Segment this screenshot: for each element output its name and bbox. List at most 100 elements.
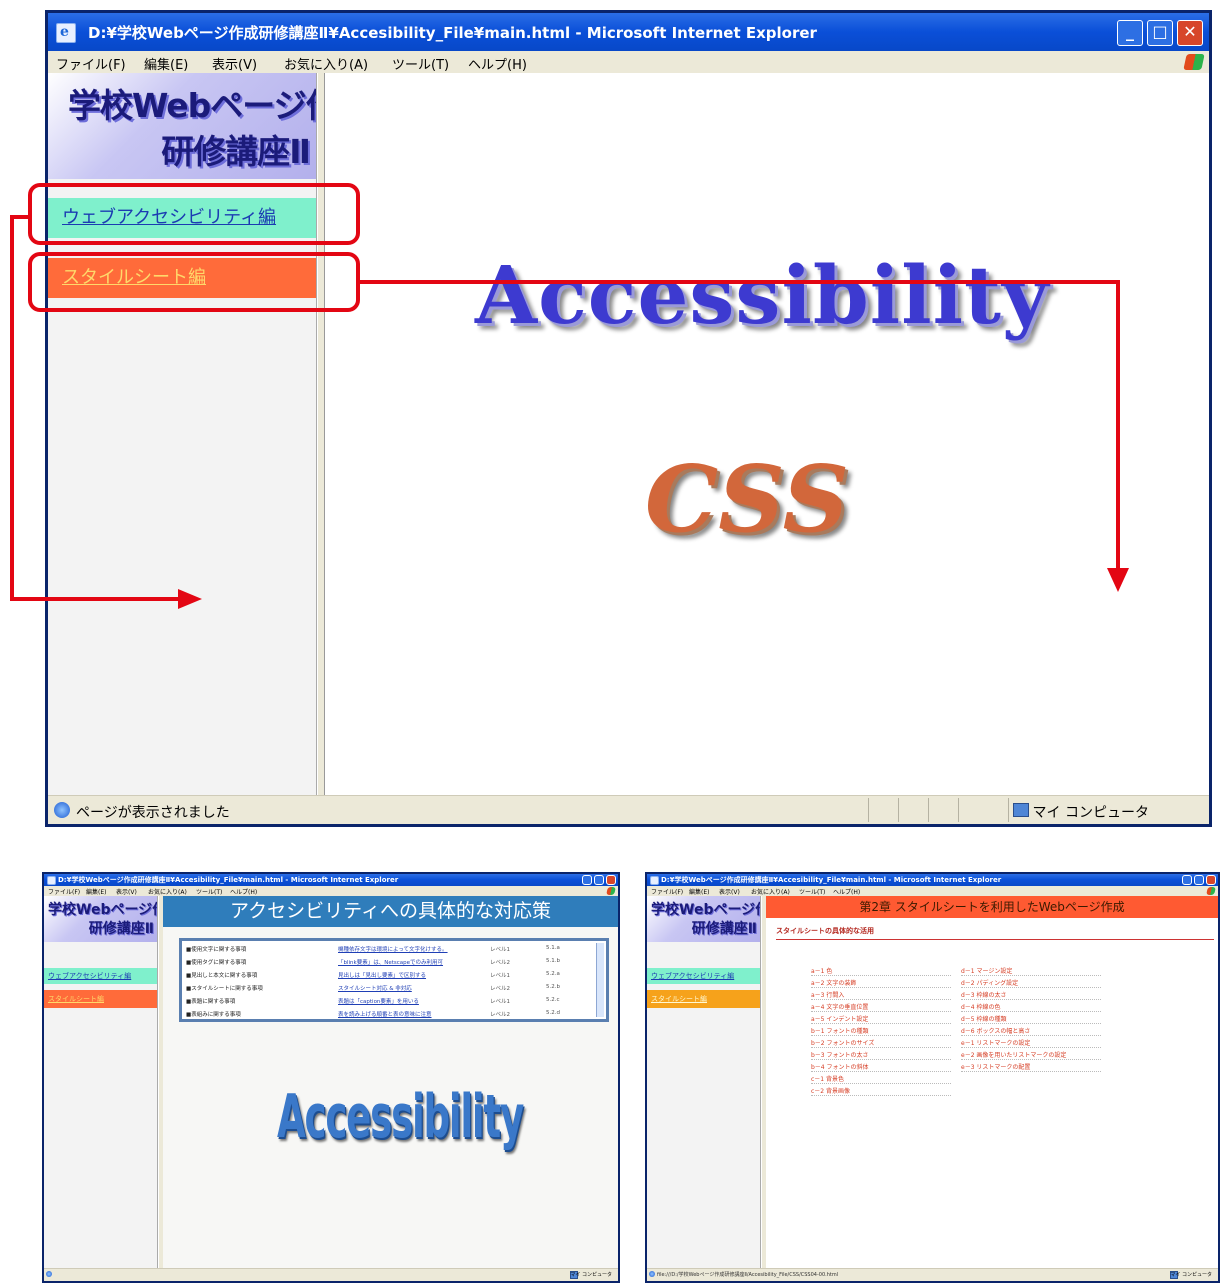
minimize-button[interactable] [582, 875, 592, 885]
nav-link-stylesheet[interactable]: スタイルシート編 [44, 990, 157, 1008]
nav-link-stylesheet[interactable]: スタイルシート編 [647, 990, 760, 1008]
frameset: 学校Webページ作成 研修講座Ⅱ ウェブアクセシビリティ編 スタイルシート編 第… [647, 896, 1218, 1269]
list-item[interactable]: d－5 枠線の種類 [961, 1014, 1101, 1024]
maximize-button[interactable] [594, 875, 604, 885]
highlight-stylesheet-link [28, 252, 360, 312]
connector-line [10, 597, 182, 601]
menu-help[interactable]: ヘルプ(H) [468, 54, 527, 73]
section-cell: 5.1.a [546, 945, 560, 951]
logo-line-1: 学校Webページ作成 [651, 902, 760, 918]
status-bar: マイ コンピュータ [44, 1268, 618, 1281]
status-divider [928, 798, 929, 822]
list-item[interactable]: d－2 パディング設定 [961, 978, 1101, 988]
close-button[interactable]: ✕ [1177, 20, 1203, 46]
maximize-button[interactable] [1194, 875, 1204, 885]
title-bar[interactable]: D:¥学校Webページ作成研修講座Ⅱ¥Accesibility_File¥mai… [44, 874, 618, 886]
window-title: D:¥学校Webページ作成研修講座Ⅱ¥Accesibility_File¥mai… [58, 876, 399, 884]
security-zone: マイ コンピュータ [1032, 805, 1149, 821]
page-heading: アクセシビリティへの具体的な対応策 [163, 896, 618, 927]
ie-icon: e [56, 23, 76, 43]
list-item[interactable]: b－2 フォントのサイズ [811, 1038, 951, 1048]
level-cell: レベル2 [490, 1012, 510, 1018]
accessibility-title-graphic: Accessibility [475, 248, 1050, 342]
menu-view[interactable]: 表示(V) [116, 887, 137, 896]
windows-logo-icon [1183, 54, 1205, 70]
list-item[interactable]: b－1 フォントの種類 [811, 1026, 951, 1036]
section-subheading: スタイルシートの具体的な活用 [776, 927, 874, 935]
menu-bar: ファイル(F) 編集(E) 表示(V) お気に入り(A) ツール(T) ヘルプ(… [48, 51, 1209, 74]
list-item[interactable]: b－4 フォントの斜体 [811, 1062, 951, 1072]
page-heading: 第2章 スタイルシートを利用したWebページ作成 [766, 896, 1218, 918]
close-button[interactable] [1206, 875, 1216, 885]
section-cell: 5.2.c [546, 997, 560, 1003]
guideline-link[interactable]: スタイルシート対応 & 非対応 [338, 984, 412, 992]
frame-splitter[interactable] [317, 73, 325, 796]
logo-line-2: 研修講座Ⅱ [88, 921, 154, 937]
accessibility-title-graphic: Accessibility [277, 1082, 524, 1152]
section-cell: 5.2.a [546, 971, 560, 977]
list-item[interactable]: a－2 文字の装飾 [811, 978, 951, 988]
menu-tools[interactable]: ツール(T) [799, 887, 825, 896]
list-item[interactable]: a－3 行間入 [811, 990, 951, 1000]
list-item[interactable]: e－3 リストマークの配置 [961, 1062, 1101, 1072]
connector-line [10, 215, 14, 601]
list-item[interactable]: a－1 色 [811, 966, 951, 976]
menu-file[interactable]: ファイル(F) [651, 887, 683, 896]
menu-favorites[interactable]: お気に入り(A) [751, 887, 790, 896]
menu-tools[interactable]: ツール(T) [392, 54, 449, 73]
list-item[interactable]: b－3 フォントの太さ [811, 1050, 951, 1060]
menu-help[interactable]: ヘルプ(H) [230, 887, 257, 896]
menu-edit[interactable]: 編集(E) [86, 887, 106, 896]
window-title: D:¥学校Webページ作成研修講座Ⅱ¥Accesibility_File¥mai… [661, 876, 1002, 884]
minimize-button[interactable] [1182, 875, 1192, 885]
ie-icon [47, 876, 56, 885]
accessibility-browser-window: D:¥学校Webページ作成研修講座Ⅱ¥Accesibility_File¥mai… [42, 872, 620, 1283]
menu-favorites[interactable]: お気に入り(A) [148, 887, 187, 896]
level-cell: レベル2 [490, 986, 510, 992]
list-scrollbar[interactable] [596, 943, 604, 1017]
list-item[interactable]: d－3 枠線の太さ [961, 990, 1101, 1000]
guideline-link[interactable]: 表題は「caption要素」を用いる [338, 997, 419, 1005]
list-item[interactable]: c－1 背景色 [811, 1074, 951, 1084]
list-item[interactable]: d－1 マージン設定 [961, 966, 1101, 976]
menu-file[interactable]: ファイル(F) [48, 887, 80, 896]
menu-edit[interactable]: 編集(E) [144, 54, 188, 73]
list-item[interactable]: e－2 画像を用いたリストマークの設定 [961, 1050, 1101, 1060]
list-item[interactable]: d－4 枠線の色 [961, 1002, 1101, 1012]
menu-view[interactable]: 表示(V) [212, 54, 257, 73]
navigation-frame: 学校Webページ作成 研修講座Ⅱ ウェブアクセシビリティ編 スタイルシート編 [647, 896, 761, 1269]
level-cell: レベル1 [490, 973, 510, 979]
level-cell: レベル2 [490, 960, 510, 966]
close-button[interactable] [606, 875, 616, 885]
maximize-button[interactable]: □ [1147, 20, 1173, 46]
menu-favorites[interactable]: お気に入り(A) [284, 54, 368, 73]
menu-help[interactable]: ヘルプ(H) [833, 887, 860, 896]
list-item[interactable]: a－5 インデント設定 [811, 1014, 951, 1024]
status-bar: ページが表示されました マイ コンピュータ [48, 795, 1209, 824]
nav-link-accessibility[interactable]: ウェブアクセシビリティ編 [647, 968, 760, 984]
menu-tools[interactable]: ツール(T) [196, 887, 222, 896]
list-item[interactable]: c－2 背景画像 [811, 1086, 951, 1096]
guideline-link[interactable]: 「blink要素」は、Netscapeでのみ利用可 [338, 958, 443, 966]
guideline-link[interactable]: 表を読み上げる順番と表の意味に注意 [338, 1010, 432, 1018]
menu-file[interactable]: ファイル(F) [56, 54, 126, 73]
list-item[interactable]: d－6 ボックスの幅と高さ [961, 1026, 1101, 1036]
guideline-link[interactable]: 機種依存文字は環境によって文字化けする。 [338, 945, 448, 953]
list-item[interactable]: a－4 文字の垂直位置 [811, 1002, 951, 1012]
content-frame: アクセシビリティへの具体的な対応策 ■使用文字に関する事項 機種依存文字は環境によ… [163, 896, 618, 1269]
title-bar[interactable]: D:¥学校Webページ作成研修講座Ⅱ¥Accesibility_File¥mai… [647, 874, 1218, 886]
title-bar[interactable]: e D:¥学校Webページ作成研修講座Ⅱ¥Accesibility_File¥m… [48, 13, 1209, 51]
nav-link-accessibility[interactable]: ウェブアクセシビリティ編 [44, 968, 157, 984]
windows-logo-icon [1206, 887, 1216, 895]
content-frame: Accessibility CSS [325, 73, 1209, 796]
my-computer-icon [1013, 803, 1029, 817]
menu-edit[interactable]: 編集(E) [689, 887, 709, 896]
category-cell: ■使用文字に関する事項 [186, 947, 247, 953]
menu-view[interactable]: 表示(V) [719, 887, 740, 896]
minimize-button[interactable]: _ [1117, 20, 1143, 46]
guideline-link[interactable]: 見出しは「見出し要素」で区別する [338, 971, 426, 979]
list-item[interactable]: e－1 リストマークの設定 [961, 1038, 1101, 1048]
site-logo: 学校Webページ作成 研修講座Ⅱ [44, 896, 157, 942]
ie-icon [650, 876, 659, 885]
status-text: file:///D:/学校Webページ作成研修講座Ⅱ/Accesibility_… [657, 1272, 839, 1278]
